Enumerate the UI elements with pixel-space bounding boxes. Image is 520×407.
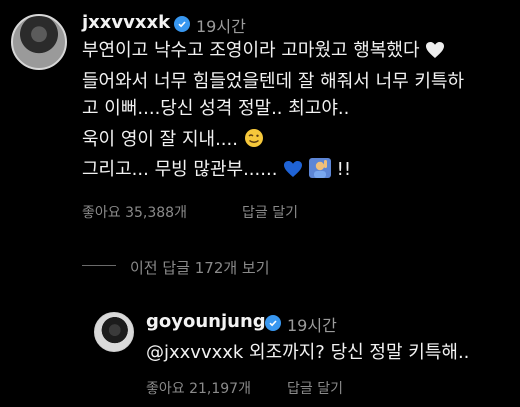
view-previous-replies-button[interactable]: 이전 답글 172개 보기 [130,257,270,278]
commenter-avatar[interactable] [11,14,67,70]
reply-text: @jxxvvxxk 외조까지? 당신 정말 키특해.. [146,342,470,363]
white-heart-emoji [425,41,445,65]
comment-line-3: 고 이뻐....당신 성격 정말.. 최고야.. [82,98,350,119]
comment-line-5: 그리고... 무빙 많관부...... !! [82,158,351,184]
reply-reply-button[interactable]: 답글 달기 [287,378,343,398]
reply-avatar[interactable] [94,312,134,352]
person-raising-hand-emoji [308,158,331,184]
comment-reply-button[interactable]: 답글 달기 [242,202,298,222]
reply-username[interactable]: goyounjung [146,311,266,332]
reply-verified-badge-icon [265,315,281,331]
comment-time: 19시간 [196,17,246,36]
comment-likes[interactable]: 좋아요 35,388개 [82,202,187,222]
comment-line-5-text: 그리고... 무빙 많관부...... [82,159,278,180]
winking-face-emoji [244,128,264,154]
comment-line-1-text: 부연이고 낙수고 조영이라 고마웠고 행복했다 [82,40,420,61]
comment-line-1: 부연이고 낙수고 조영이라 고마웠고 행복했다 [82,40,445,65]
commenter-username[interactable]: jxxvvxxk [82,12,170,33]
comment-line-2: 들어와서 너무 힘들었을텐데 잘 해줘서 너무 키특하 [82,71,465,92]
verified-badge-icon [174,16,190,32]
blue-heart-emoji [283,160,303,184]
comment-line-4-text: 욱이 영이 잘 지내.... [82,129,238,150]
view-replies-divider [82,265,116,266]
reply-time: 19시간 [287,316,337,335]
comment-line-5-suffix: !! [336,159,352,180]
comment-line-4: 욱이 영이 잘 지내.... [82,128,264,154]
reply-likes[interactable]: 좋아요 21,197개 [146,378,251,398]
